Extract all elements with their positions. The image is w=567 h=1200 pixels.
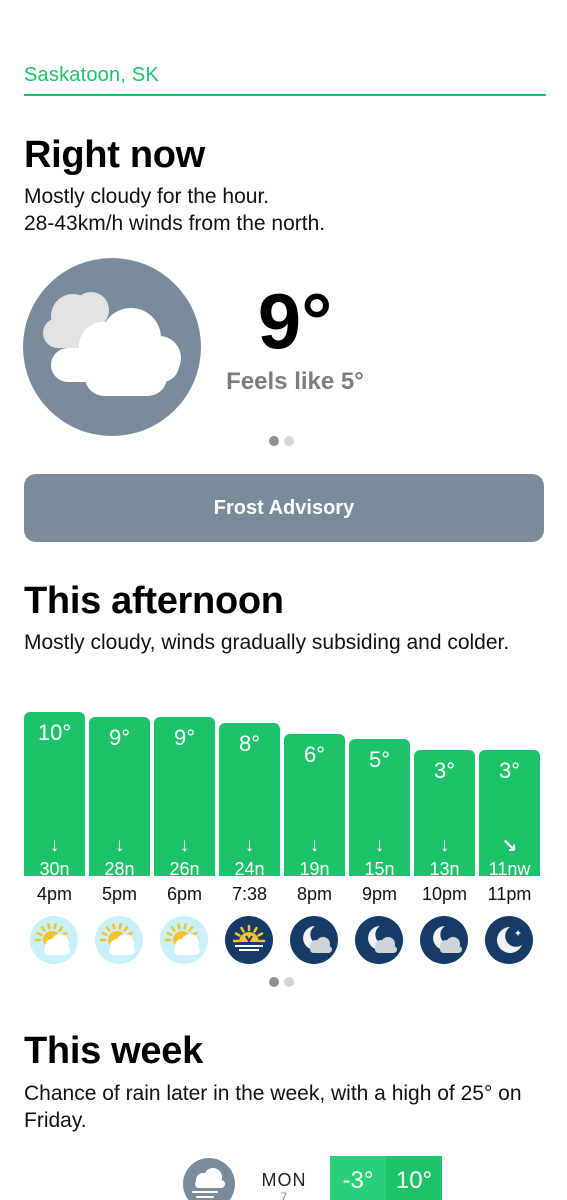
hour-wind-speed: 19n — [299, 859, 330, 879]
cloudy-icon — [23, 258, 201, 436]
location-label: Saskatoon, SK — [24, 64, 159, 86]
week-heading: This week — [24, 1030, 203, 1072]
wind-direction-icon: ↓ — [49, 835, 60, 856]
partly-sunny-icon — [160, 916, 208, 964]
partly-sunny-icon — [95, 916, 143, 964]
hour-temperature: 3° — [433, 758, 456, 783]
partly-sunny-icon — [30, 916, 78, 964]
hour-time-label: 4pm — [36, 884, 72, 904]
pager-dot[interactable] — [284, 436, 294, 446]
hour-temperature: 10° — [37, 720, 72, 745]
hour-bar[interactable]: 10° ↓ 30n — [24, 712, 85, 879]
hour-time-label: 8pm — [296, 884, 332, 904]
hour-bar[interactable]: 3° ↘ 11nw — [479, 750, 540, 879]
hour-wind-speed: 11nw — [488, 859, 531, 879]
hour-wind-speed: 28n — [104, 859, 135, 879]
afternoon-pager[interactable] — [269, 977, 294, 987]
wind-direction-icon: ↓ — [374, 835, 385, 856]
hour-bar[interactable]: 6° ↓ 19n — [284, 734, 345, 879]
partly-cloudy-night-icon — [420, 916, 468, 964]
pager-dot[interactable] — [284, 977, 294, 987]
wind-direction-icon: ↓ — [179, 835, 190, 856]
hour-bar[interactable]: 9° ↓ 28n — [89, 717, 150, 879]
right-now-summary-line2: 28-43km/h winds from the north. — [24, 212, 326, 235]
windy-cloud-icon — [183, 1158, 235, 1200]
hour-wind-speed: 24n — [234, 859, 265, 879]
hourly-bars: 10° ↓ 30n 9° ↓ 28n 9° ↓ 26n 8° ↓ 24n 6° ↓ 19n 5° ↓ 15n 3° ↓… — [24, 700, 546, 879]
hour-wind-speed: 13n — [429, 859, 460, 879]
wind-direction-icon: ↓ — [439, 835, 450, 856]
week-summary: Chance of rain later in the week, with a… — [24, 1082, 522, 1132]
pager-dot-active[interactable] — [269, 977, 279, 987]
hour-time-label: 11pm — [487, 884, 532, 904]
hour-wind-speed: 26n — [169, 859, 200, 879]
wind-direction-icon: ↓ — [114, 835, 125, 856]
hour-time-label: 5pm — [101, 884, 137, 904]
week-day-date: 7 — [280, 1190, 288, 1200]
feels-like-temperature: Feels like 5° — [226, 368, 364, 395]
sunset-icon — [225, 916, 273, 964]
wind-direction-icon: ↓ — [244, 835, 255, 856]
hour-wind-speed: 30n — [39, 859, 70, 879]
hour-time-label: 7:38 — [231, 884, 268, 904]
location-header[interactable]: Saskatoon, SK — [24, 64, 546, 96]
wind-direction-icon: ↘ — [501, 836, 518, 857]
hour-temperature: 5° — [368, 747, 391, 772]
afternoon-summary: Mostly cloudy, winds gradually subsiding… — [24, 631, 510, 654]
hour-time-label: 6pm — [166, 884, 202, 904]
partly-cloudy-night-icon — [355, 916, 403, 964]
right-now-summary: Mostly cloudy for the hour. 28-43km/h wi… — [24, 183, 544, 237]
frost-advisory-button[interactable]: Frost Advisory — [24, 474, 544, 542]
current-temperature: 9° — [257, 277, 333, 365]
right-now-summary-line1: Mostly cloudy for the hour. — [24, 185, 270, 208]
right-now-heading: Right now — [24, 134, 205, 176]
week-day-low: -3° — [330, 1156, 386, 1200]
hour-temperature: 3° — [498, 758, 521, 783]
partly-cloudy-night-icon — [290, 916, 338, 964]
week-day-high: 10° — [386, 1156, 442, 1200]
hour-bar[interactable]: 9° ↓ 26n — [154, 717, 215, 879]
afternoon-heading: This afternoon — [24, 580, 284, 622]
hour-temperature: 8° — [238, 731, 261, 756]
clear-night-icon — [485, 916, 533, 964]
hour-bar[interactable]: 8° ↓ 24n — [219, 723, 280, 879]
wind-direction-icon: ↓ — [309, 835, 320, 856]
hour-bar[interactable]: 5° ↓ 15n — [349, 739, 410, 879]
now-pager[interactable] — [269, 436, 294, 446]
hour-temperature: 6° — [303, 742, 326, 767]
hour-time-label: 10pm — [421, 884, 468, 904]
hour-temperature: 9° — [173, 725, 196, 750]
hour-wind-speed: 15n — [364, 859, 395, 879]
hour-temperature: 9° — [108, 725, 131, 750]
hour-bar[interactable]: 3° ↓ 13n — [414, 750, 475, 879]
pager-dot-active[interactable] — [269, 436, 279, 446]
week-day-name: MON — [261, 1170, 307, 1190]
hour-time-label: 9pm — [361, 884, 397, 904]
